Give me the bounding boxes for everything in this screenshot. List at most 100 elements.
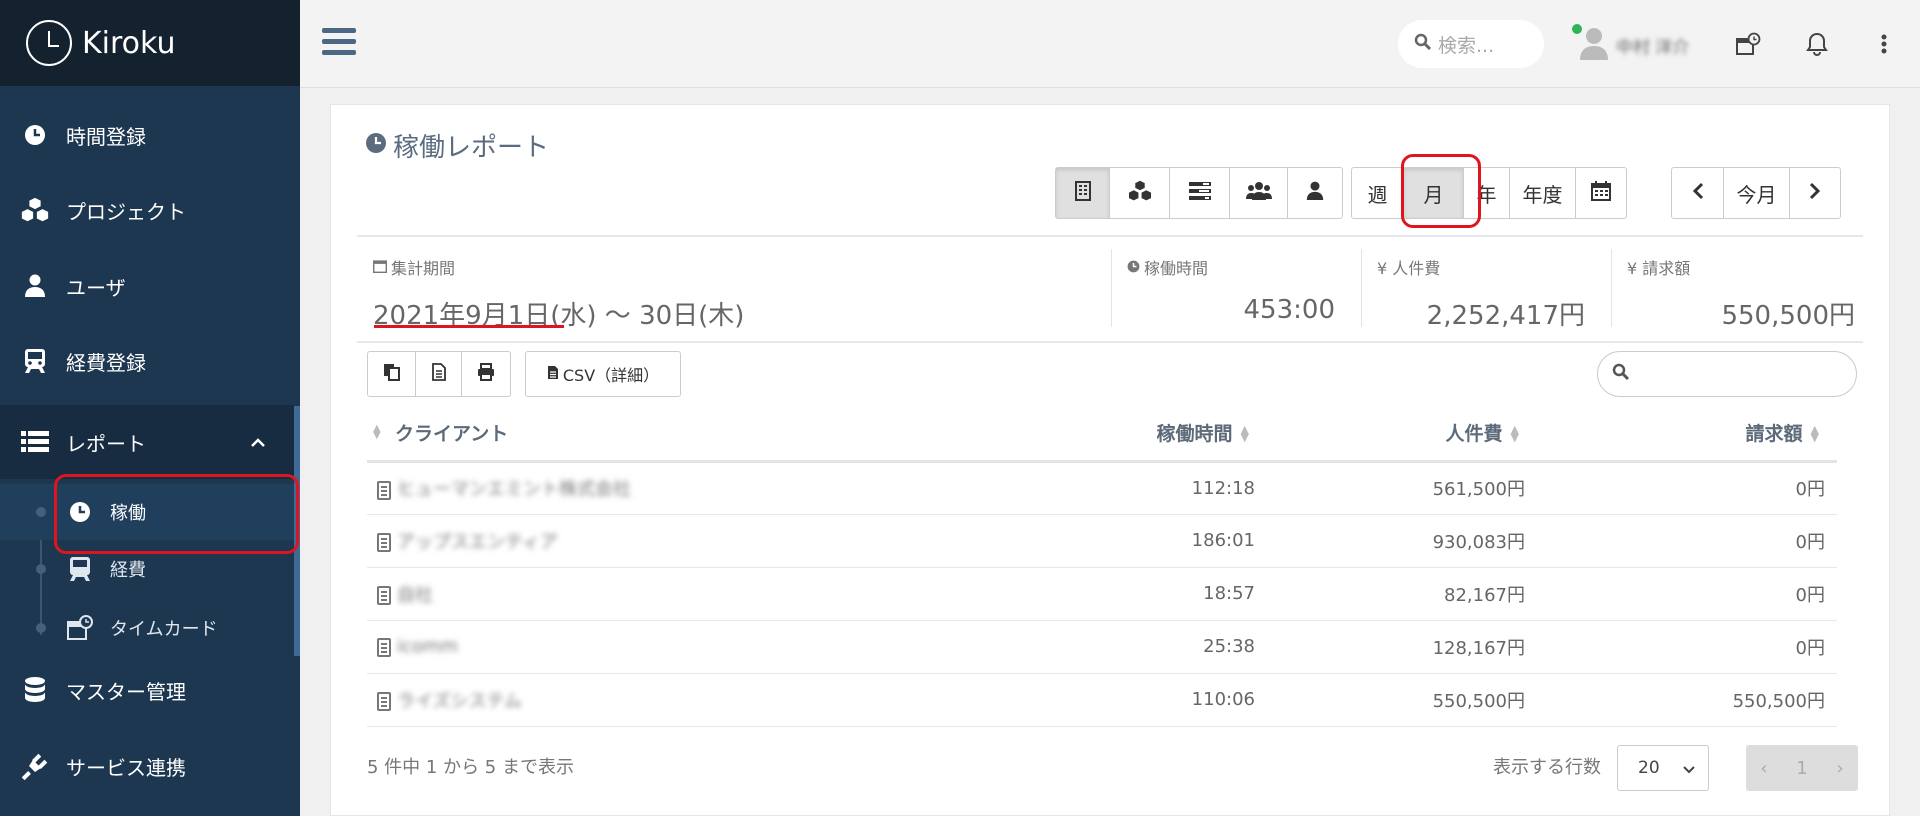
stat-billing-value: 550,500円 (1721, 301, 1855, 331)
billing-cell: 0円 (1537, 461, 1837, 515)
report-card: 稼働レポート 週 月 年 年度 今月 集計期間 2021年9月1日(水) 〜 3… (330, 104, 1890, 816)
table-row[interactable]: ライズシステム 110:06 550,500円 550,500円 (367, 673, 1837, 727)
client-name[interactable]: ライズシステム (397, 691, 522, 712)
building-icon (377, 637, 391, 657)
bell-icon[interactable] (1803, 30, 1831, 58)
sidebar-item-reports[interactable]: レポート (0, 405, 294, 479)
column-header-hours[interactable]: 稼働時間 ▲ ▼ (927, 405, 1267, 463)
column-header-client[interactable]: ▲ ▼ クライアント (367, 405, 927, 463)
sidebar-item-time-entry[interactable]: 時間登録 (0, 98, 300, 172)
print-button[interactable] (462, 352, 510, 396)
calendar-icon (1591, 180, 1611, 206)
building-icon (377, 533, 391, 552)
sort-icon: ▲ ▼ (1240, 423, 1249, 445)
billing-cell: 550,500円 (1537, 673, 1837, 727)
next-button[interactable] (1790, 168, 1840, 218)
timecard-icon (66, 614, 94, 642)
timecard-icon[interactable] (1734, 30, 1762, 58)
period-fiscal-year-button[interactable]: 年度 (1510, 168, 1576, 218)
csv-label: CSV（詳細） (562, 366, 660, 385)
client-name[interactable]: icomm (397, 636, 458, 657)
client-name[interactable]: 自社 (397, 585, 433, 606)
hours-cell: 112:18 (927, 461, 1267, 515)
list-icon (20, 427, 50, 457)
submenu-dot (36, 564, 46, 574)
search-icon (1414, 33, 1432, 56)
current-month-label: 今月 (1736, 182, 1777, 207)
divider (1361, 249, 1362, 327)
submenu-dot (36, 623, 46, 633)
view-user-button[interactable] (1288, 168, 1342, 218)
column-header-billing[interactable]: 請求額 ▲ ▼ (1537, 405, 1837, 463)
next-page-button[interactable]: › (1836, 758, 1843, 779)
current-month-button[interactable]: 今月 (1724, 168, 1790, 218)
sidebar-item-master[interactable]: マスター管理 (0, 653, 300, 727)
cost-cell: 561,500円 (1267, 461, 1537, 515)
menu-toggle-icon[interactable] (322, 28, 356, 58)
sidebar-item-users[interactable]: ユーザ (0, 249, 300, 323)
top-search-input[interactable]: 検索... (1398, 20, 1544, 68)
rows-per-page-select[interactable]: 20 (1617, 745, 1709, 791)
users-icon (1245, 181, 1272, 206)
logo[interactable]: Kiroku (0, 0, 300, 86)
table-search-input[interactable] (1597, 351, 1857, 397)
stat-hours-value: 453:00 (1243, 295, 1335, 325)
clock-logo-icon (26, 20, 72, 66)
header-label: 稼働時間 (1156, 422, 1233, 445)
divider (1611, 249, 1612, 327)
highlight-box (1401, 154, 1481, 228)
cubes-icon (20, 195, 50, 225)
table-row[interactable]: アップスエンティア 186:01 930,083円 0円 (367, 514, 1837, 568)
table-header-row: ▲ ▼ クライアント 稼働時間 ▲ ▼ 人件費 ▲ ▼ 請求額 ▲ ▼ (367, 405, 1837, 463)
calendar-icon (373, 258, 387, 277)
page-number[interactable]: 1 (1796, 758, 1807, 779)
billing-cell: 0円 (1537, 620, 1837, 674)
period-week-button[interactable]: 週 (1352, 168, 1404, 218)
divider (357, 341, 1863, 343)
sidebar-item-label: プロジェクト (66, 199, 186, 224)
client-name[interactable]: アップスエンティア (397, 532, 558, 553)
period-week-label: 週 (1367, 182, 1388, 207)
table-info: 5 件中 1 から 5 まで表示 (367, 757, 574, 778)
avatar[interactable] (1580, 26, 1608, 60)
stat-billing: ¥ 請求額 550,500円 (1627, 255, 1855, 332)
csv-detail-button[interactable]: CSV（詳細） (525, 351, 681, 397)
column-header-cost[interactable]: 人件費 ▲ ▼ (1267, 405, 1537, 463)
user-name[interactable]: 中村 洋介 (1616, 33, 1689, 58)
building-icon (377, 692, 391, 711)
view-toggle-group (1055, 167, 1343, 219)
chevron-right-icon (1809, 181, 1821, 205)
highlight-underline (374, 325, 564, 328)
train-icon (20, 346, 50, 376)
billing-cell: 0円 (1537, 567, 1837, 621)
view-project-button[interactable] (1110, 168, 1170, 218)
stat-hours-label: 稼働時間 (1144, 259, 1209, 278)
prev-page-button[interactable]: ‹ (1760, 758, 1767, 779)
client-name[interactable]: ヒューマンエミント株式会社 (397, 479, 631, 500)
sort-icon: ▲ ▼ (373, 423, 381, 441)
copy-button[interactable] (368, 352, 416, 396)
chevron-down-icon (1682, 760, 1696, 780)
clock-icon (1127, 258, 1140, 277)
rows-per-page-label: 表示する行数 (1493, 757, 1601, 778)
table-row[interactable]: 自社 18:57 82,167円 0円 (367, 567, 1837, 621)
more-vertical-icon[interactable] (1870, 30, 1898, 58)
sidebar-item-projects[interactable]: プロジェクト (0, 173, 300, 247)
stat-period: 集計期間 2021年9月1日(水) 〜 30日(木) (373, 255, 744, 332)
date-nav-group: 今月 (1671, 167, 1841, 219)
header-label: 請求額 (1745, 422, 1803, 445)
view-client-button[interactable] (1056, 168, 1110, 218)
table-row[interactable]: icomm 25:38 128,167円 0円 (367, 620, 1837, 674)
table-row[interactable]: ヒューマンエミント株式会社 112:18 561,500円 0円 (367, 461, 1837, 515)
plug-icon (20, 751, 50, 781)
calendar-button[interactable] (1576, 168, 1626, 218)
view-task-button[interactable] (1170, 168, 1230, 218)
sidebar-item-expense-entry[interactable]: 経費登録 (0, 324, 300, 398)
prev-button[interactable] (1672, 168, 1724, 218)
view-team-button[interactable] (1230, 168, 1288, 218)
tasks-icon (1188, 181, 1211, 205)
user-icon (1306, 181, 1324, 206)
page-title-text: 稼働レポート (393, 133, 550, 163)
document-button[interactable] (416, 352, 462, 396)
sidebar-item-integrations[interactable]: サービス連携 (0, 729, 300, 803)
